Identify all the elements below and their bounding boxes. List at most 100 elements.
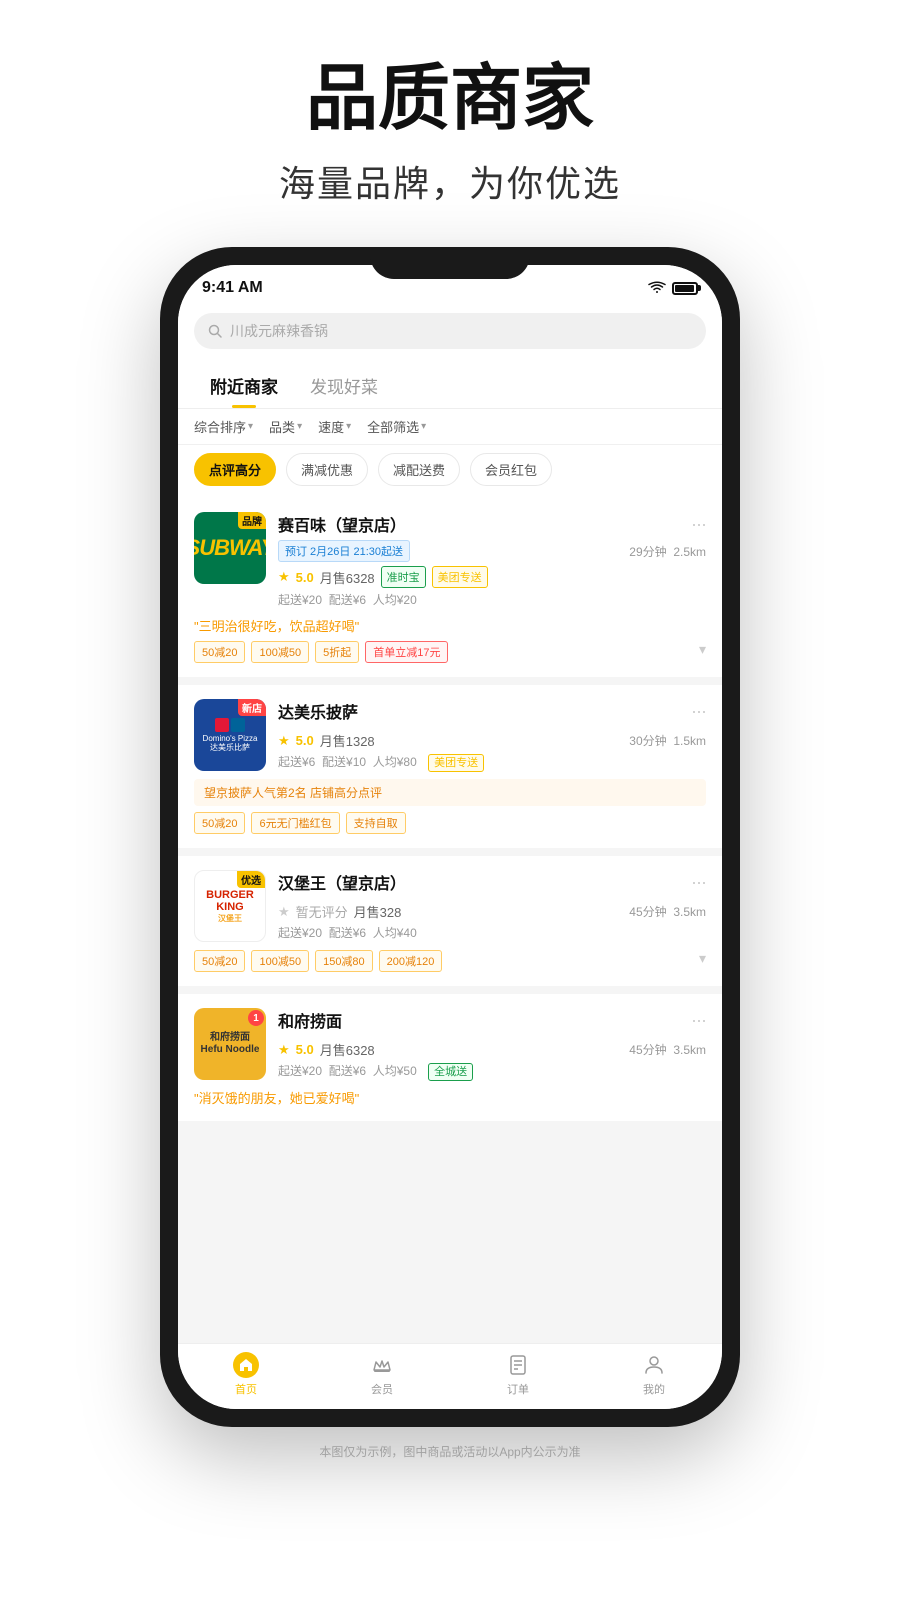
promo-1-subway[interactable]: 50减20 xyxy=(194,641,245,663)
rating-hefu: 5.0 xyxy=(296,1042,314,1057)
dominos-badge: 新店 xyxy=(238,699,266,716)
nav-home[interactable]: 首页 xyxy=(178,1344,314,1409)
filter-category[interactable]: 品类 ▾ xyxy=(269,417,302,436)
monthly-subway: 月售6328 xyxy=(320,568,375,587)
merchant-header-subway: SUBWAY 品牌 赛百味（望京店） ··· 预订 2月26日 21:30起送 … xyxy=(194,512,706,608)
merchant-card-dominos[interactable]: Domino's Pizza达美乐比萨 新店 达美乐披萨 ··· ★ 5.0 月… xyxy=(178,685,722,848)
time-distance-bk: 45分钟 3.5km xyxy=(629,903,706,920)
category-arrow: ▾ xyxy=(297,421,302,432)
collapse-bk[interactable]: ▾ xyxy=(699,950,706,972)
phone-frame: 9:41 AM 川成元麻辣香锅 xyxy=(160,247,740,1427)
more-icon-bk[interactable]: ··· xyxy=(691,872,706,893)
promo-3-bk[interactable]: 150减80 xyxy=(315,950,373,972)
crown-icon xyxy=(369,1352,395,1378)
more-icon-subway[interactable]: ··· xyxy=(691,514,706,535)
price-subway: 起送¥20 配送¥6 人均¥20 xyxy=(278,591,706,608)
time-distance-subway: 29分钟 2.5km xyxy=(629,543,706,560)
merchant-card-hefu[interactable]: 和府捞面Hefu Noodle 1 和府捞面 ··· ★ 5.0 月售6328 xyxy=(178,994,722,1121)
tag-high-rating[interactable]: 点评高分 xyxy=(194,453,276,486)
promo-3-dominos[interactable]: 支持自取 xyxy=(346,812,406,834)
phone-screen: 9:41 AM 川成元麻辣香锅 xyxy=(178,265,722,1409)
star-icon-hefu: ★ xyxy=(278,1042,290,1058)
price-bk: 起送¥20 配送¥6 人均¥40 xyxy=(278,924,706,941)
merchant-header-dominos: Domino's Pizza达美乐比萨 新店 达美乐披萨 ··· ★ 5.0 月… xyxy=(194,699,706,771)
tag-meituan-dominos: 美团专送 xyxy=(428,754,484,772)
phone-notch xyxy=(370,247,530,279)
order-icon xyxy=(505,1352,531,1378)
promo-1-bk[interactable]: 50减20 xyxy=(194,950,245,972)
merchant-name-dominos: 达美乐披萨 xyxy=(278,699,358,723)
battery-icon xyxy=(672,282,698,295)
time-distance-hefu: 45分钟 3.5km xyxy=(629,1041,706,1058)
bk-badge: 优选 xyxy=(237,871,265,888)
nav-order[interactable]: 订单 xyxy=(450,1344,586,1409)
promo-tags-subway: 50减20 100减50 5折起 首单立减17元 ▾ xyxy=(194,641,706,663)
promo-1-dominos[interactable]: 50减20 xyxy=(194,812,245,834)
nav-profile-label: 我的 xyxy=(643,1381,665,1397)
footer-text: 本图仅为示例，图中商品或活动以App内公示为准 xyxy=(319,1427,580,1484)
profile-icon xyxy=(641,1352,667,1378)
promo-3-subway[interactable]: 5折起 xyxy=(315,641,359,663)
wifi-icon xyxy=(648,281,666,295)
filter-sort[interactable]: 综合排序 ▾ xyxy=(194,417,253,436)
merchant-card-bk[interactable]: BURGERKING 汉堡王 优选 汉堡王（望京店） ··· ★ 暂无评分 xyxy=(178,856,722,986)
more-icon-hefu[interactable]: ··· xyxy=(691,1010,706,1031)
tab-nearby[interactable]: 附近商家 xyxy=(194,363,294,408)
search-bar[interactable]: 川成元麻辣香锅 xyxy=(194,313,706,349)
merchant-card-subway[interactable]: SUBWAY 品牌 赛百味（望京店） ··· 预订 2月26日 21:30起送 … xyxy=(178,498,722,677)
sort-arrow: ▾ xyxy=(248,421,253,432)
tag-discount[interactable]: 满减优惠 xyxy=(286,453,368,486)
bottom-nav: 首页 会员 xyxy=(178,1343,722,1409)
tag-row: 点评高分 满减优惠 减配送费 会员红包 xyxy=(178,445,722,498)
tab-discover[interactable]: 发现好菜 xyxy=(294,363,394,408)
filter-row: 综合排序 ▾ 品类 ▾ 速度 ▾ 全部筛选 ▾ xyxy=(178,409,722,445)
review-dominos: 望京披萨人气第2名 店铺高分点评 xyxy=(194,779,706,806)
page-title-main: 品质商家 xyxy=(279,60,621,139)
promo-2-subway[interactable]: 100减50 xyxy=(251,641,309,663)
filter-all[interactable]: 全部筛选 ▾ xyxy=(367,417,426,436)
promo-2-dominos[interactable]: 6元无门槛红包 xyxy=(251,812,339,834)
status-icons xyxy=(648,281,698,295)
tag-quancheng-hefu: 全城送 xyxy=(428,1063,473,1081)
filter-speed[interactable]: 速度 ▾ xyxy=(318,417,351,436)
merchant-name-hefu: 和府捞面 xyxy=(278,1008,342,1032)
review-subway: "三明治很好吃，饮品超好喝" xyxy=(194,616,706,635)
star-icon-bk: ★ xyxy=(278,904,290,920)
rating-bk: 暂无评分 xyxy=(296,902,348,921)
merchant-logo-subway: SUBWAY 品牌 xyxy=(194,512,266,584)
star-icon-subway: ★ xyxy=(278,569,290,585)
status-time: 9:41 AM xyxy=(202,279,263,297)
merchant-info-subway: 赛百味（望京店） ··· 预订 2月26日 21:30起送 29分钟 2.5km… xyxy=(278,512,706,608)
page-header: 品质商家 海量品牌，为你优选 xyxy=(279,0,621,237)
monthly-bk: 月售328 xyxy=(354,902,402,921)
nav-member-label: 会员 xyxy=(371,1381,393,1397)
nav-member[interactable]: 会员 xyxy=(314,1344,450,1409)
monthly-hefu: 月售6328 xyxy=(320,1040,375,1059)
tag-member-coupon[interactable]: 会员红包 xyxy=(470,453,552,486)
merchant-info-hefu: 和府捞面 ··· ★ 5.0 月售6328 45分钟 3.5km xyxy=(278,1008,706,1079)
review-hefu: "消灭饿的朋友，她已爱好喝" xyxy=(194,1088,706,1107)
nav-order-label: 订单 xyxy=(507,1381,529,1397)
promo-2-bk[interactable]: 100减50 xyxy=(251,950,309,972)
rating-dominos: 5.0 xyxy=(296,733,314,748)
more-icon-dominos[interactable]: ··· xyxy=(691,701,706,722)
time-distance-dominos: 30分钟 1.5km xyxy=(629,732,706,749)
nav-home-label: 首页 xyxy=(235,1381,257,1397)
nav-profile[interactable]: 我的 xyxy=(586,1344,722,1409)
rating-subway: 5.0 xyxy=(296,570,314,585)
tag-free-delivery[interactable]: 减配送费 xyxy=(378,453,460,486)
hefu-notification: 1 xyxy=(248,1010,264,1026)
promo-4-bk[interactable]: 200减120 xyxy=(379,950,443,972)
search-bar-wrap: 川成元麻辣香锅 xyxy=(178,305,722,363)
merchant-list: SUBWAY 品牌 赛百味（望京店） ··· 预订 2月26日 21:30起送 … xyxy=(178,498,722,1343)
price-hefu: 起送¥20 配送¥6 人均¥50 全城送 xyxy=(278,1062,706,1079)
merchant-name-bk: 汉堡王（望京店） xyxy=(278,870,406,894)
promo-tags-dominos: 50减20 6元无门槛红包 支持自取 xyxy=(194,812,706,834)
collapse-subway[interactable]: ▾ xyxy=(699,641,706,663)
search-placeholder: 川成元麻辣香锅 xyxy=(230,321,328,341)
page-title-sub: 海量品牌，为你优选 xyxy=(279,155,621,207)
promo-4-subway[interactable]: 首单立减17元 xyxy=(365,641,448,663)
merchant-info-dominos: 达美乐披萨 ··· ★ 5.0 月售1328 30分钟 1.5km xyxy=(278,699,706,770)
main-tabs: 附近商家 发现好菜 xyxy=(178,363,722,409)
price-dominos: 起送¥6 配送¥10 人均¥80 美团专送 xyxy=(278,753,706,770)
